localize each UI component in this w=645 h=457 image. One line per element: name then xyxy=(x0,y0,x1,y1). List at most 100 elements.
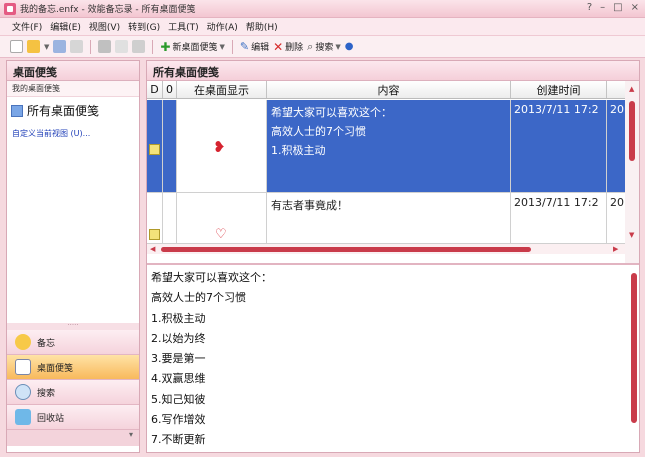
all-notes-item[interactable]: 所有桌面便笺 xyxy=(7,97,139,124)
recycle-bin-icon xyxy=(15,409,31,425)
left-panel: 桌面便笺 我的桌面便笺 所有桌面便笺 自定义当前视图 (U)... ····· … xyxy=(6,60,140,453)
table-row[interactable]: ♡ 有志者事竟成！ 2013/7/11 17:2 201 xyxy=(147,193,625,244)
help-icon[interactable]: ● xyxy=(345,41,354,52)
scroll-up-icon[interactable]: ▲ xyxy=(629,85,634,93)
extra-cell: 201 xyxy=(607,100,625,193)
close-button[interactable]: × xyxy=(631,2,639,13)
menu-help[interactable]: 帮助(H) xyxy=(246,20,278,33)
customize-view-link[interactable]: 自定义当前视图 (U)... xyxy=(7,124,139,143)
splitter-grip[interactable]: ····· xyxy=(7,322,139,330)
grid-vertical-scrollbar[interactable]: ▲ ▼ xyxy=(625,81,639,264)
dropdown-arrow-icon: ▼ xyxy=(219,42,225,51)
toolbar: ▼ ✚ 新桌面便笺 ▼ ✎ 编辑 ✕ 删除 ⌕ 搜索 ▼ ● xyxy=(0,36,645,58)
help-button[interactable]: ? xyxy=(587,2,592,13)
window-title: 我的备忘.enfx - 效能备忘录 - 所有桌面便笺 xyxy=(20,5,196,15)
column-header-show-on-desktop[interactable]: 在桌面显示 xyxy=(177,81,267,98)
column-header-d[interactable]: D xyxy=(147,81,163,98)
dropdown-arrow-icon: ▼ xyxy=(335,42,341,51)
nav-label: 搜索 xyxy=(37,388,56,399)
column-header-attachment[interactable]: 0 xyxy=(163,81,177,98)
maximize-button[interactable]: □ xyxy=(613,2,622,13)
navigation-pane: ····· 备忘 桌面便笺 搜索 回收站 ▾ xyxy=(7,322,139,446)
new-file-icon[interactable] xyxy=(10,40,23,53)
app-icon xyxy=(4,2,16,15)
nav-pane-options[interactable]: ▾ xyxy=(7,430,139,446)
created-cell: 2013/7/11 17:2 xyxy=(511,193,607,244)
column-header-content[interactable]: 内容 xyxy=(267,81,511,98)
cut-icon[interactable] xyxy=(98,40,112,53)
all-notes-label: 所有桌面便笺 xyxy=(27,104,100,118)
notes-panel: 所有桌面便笺 D 0 在桌面显示 内容 创建时间 ❥ 希望大家可以喜欢这个： 高… xyxy=(146,60,640,453)
delete-icon: ✕ xyxy=(273,39,284,54)
scroll-right-icon[interactable]: ▶ xyxy=(613,245,618,253)
left-subheader: 我的桌面便笺 xyxy=(7,81,139,97)
column-header-created[interactable]: 创建时间 xyxy=(511,81,607,98)
content-cell: 希望大家可以喜欢这个： 高效人士的7个习惯 1.积极主动 xyxy=(267,100,511,193)
preview-line: 5.知己知彼 xyxy=(151,392,206,406)
table-row[interactable]: ❥ 希望大家可以喜欢这个： 高效人士的7个习惯 1.积极主动 2013/7/11… xyxy=(147,100,625,193)
toolbar-divider xyxy=(231,39,233,54)
extra-cell: 201 xyxy=(607,193,625,244)
menu-tools[interactable]: 工具(T) xyxy=(168,20,199,33)
menu-file[interactable]: 文件(F) xyxy=(12,20,42,33)
nav-button-search[interactable]: 搜索 xyxy=(7,380,139,405)
row-attachment-cell xyxy=(163,100,177,193)
open-folder-icon[interactable] xyxy=(27,40,40,53)
save-icon[interactable] xyxy=(53,40,67,53)
copy-icon[interactable] xyxy=(115,40,129,53)
grid-horizontal-scrollbar[interactable]: ◀ ▶ xyxy=(147,244,625,254)
note-type-icon xyxy=(149,144,160,155)
search-icon xyxy=(15,384,31,400)
preview-line: 4.双赢思维 xyxy=(151,372,206,386)
preview-scrollbar-thumb[interactable] xyxy=(631,273,637,423)
edit-button[interactable]: ✎ 编辑 xyxy=(240,40,269,53)
preview-line: 6.写作增效 xyxy=(151,413,206,427)
delete-label: 删除 xyxy=(285,43,304,53)
delete-button[interactable]: ✕ 删除 xyxy=(273,40,303,54)
note-preview-pane[interactable]: 希望大家可以喜欢这个： 高效人士的7个习惯 1.积极主动 2.以始为终 3.要是… xyxy=(147,263,639,452)
dropdown-arrow-icon[interactable]: ▼ xyxy=(44,43,49,51)
grid-header: D 0 在桌面显示 内容 创建时间 xyxy=(147,81,639,99)
created-cell: 2013/7/11 17:2 xyxy=(511,100,607,193)
note-list-icon xyxy=(11,104,23,117)
row-icon-cell xyxy=(147,193,163,244)
pencil-icon: ✎ xyxy=(239,40,250,53)
heart-icon: ❥ xyxy=(213,138,226,156)
content-line: 1.积极主动 xyxy=(271,144,326,157)
menu-goto[interactable]: 转到(G) xyxy=(128,20,160,33)
nav-button-sticky-notes[interactable]: 桌面便笺 xyxy=(7,355,139,380)
preview-line: 希望大家可以喜欢这个： xyxy=(151,271,272,284)
nav-button-memo[interactable]: 备忘 xyxy=(7,330,139,355)
content-line: 高效人士的7个习惯 xyxy=(271,125,366,138)
menu-view[interactable]: 视图(V) xyxy=(89,20,120,33)
search-icon: ⌕ xyxy=(307,39,314,53)
preview-line: 2.以始为终 xyxy=(151,331,206,345)
nav-button-recycle-bin[interactable]: 回收站 xyxy=(7,405,139,430)
scrollbar-thumb[interactable] xyxy=(629,101,635,161)
nav-label: 回收站 xyxy=(37,413,65,424)
new-note-label: 新桌面便笺 xyxy=(172,43,218,53)
new-note-button[interactable]: ✚ 新桌面便笺 ▼ xyxy=(160,40,224,54)
left-panel-header: 桌面便笺 xyxy=(7,61,139,81)
row-attachment-cell xyxy=(163,193,177,244)
plus-icon: ✚ xyxy=(160,39,171,54)
search-button[interactable]: ⌕ 搜索 ▼ xyxy=(307,40,341,54)
desktop-preview-cell: ♡ xyxy=(177,193,267,244)
nav-label: 备忘 xyxy=(37,338,56,349)
note-icon xyxy=(15,334,31,350)
minimize-button[interactable]: – xyxy=(600,2,605,13)
content-line: 希望大家可以喜欢这个： xyxy=(271,106,392,119)
menu-edit[interactable]: 编辑(E) xyxy=(50,20,81,33)
scroll-down-icon[interactable]: ▼ xyxy=(629,231,634,239)
nav-label: 桌面便笺 xyxy=(37,363,74,374)
preview-line: 高效人士的7个习惯 xyxy=(151,291,246,305)
scroll-left-icon[interactable]: ◀ xyxy=(150,245,155,253)
edit-label: 编辑 xyxy=(251,43,270,53)
paste-icon[interactable] xyxy=(132,40,146,53)
preview-line: 3.要是第一 xyxy=(151,352,206,366)
menu-actions[interactable]: 动作(A) xyxy=(207,20,238,33)
print-icon[interactable] xyxy=(70,40,84,53)
title-bar: 我的备忘.enfx - 效能备忘录 - 所有桌面便笺 ? – □ × xyxy=(0,0,645,18)
scrollbar-thumb[interactable] xyxy=(161,247,531,252)
row-icon-cell xyxy=(147,100,163,193)
